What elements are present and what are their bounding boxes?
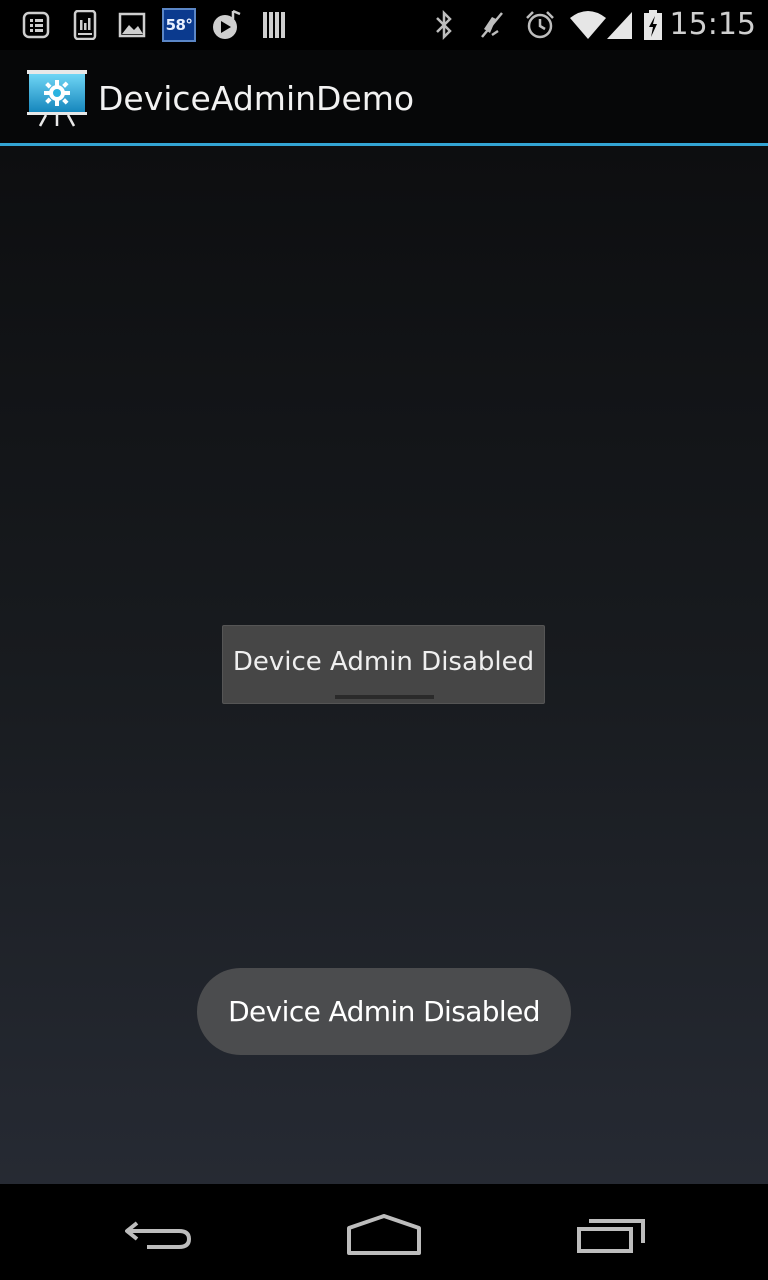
signal-icon xyxy=(604,8,634,42)
music-play-icon xyxy=(210,8,244,42)
sim-card-icon xyxy=(70,8,100,42)
status-bar: 58° 15:15 xyxy=(0,0,768,50)
toast-message: Device Admin Disabled xyxy=(197,968,571,1055)
notification-list-icon xyxy=(20,8,52,42)
image-icon xyxy=(116,8,148,42)
device-admin-button[interactable]: Device Admin Disabled xyxy=(222,625,545,704)
presentation-gear-icon[interactable] xyxy=(26,69,88,127)
button-pressed-indicator xyxy=(335,695,434,699)
mute-icon xyxy=(476,8,508,42)
toast-text: Device Admin Disabled xyxy=(228,995,540,1028)
home-icon[interactable] xyxy=(329,1200,439,1270)
wifi-icon xyxy=(568,8,608,42)
weather-temperature-badge: 58° xyxy=(162,8,196,42)
barcode-icon xyxy=(260,8,290,42)
back-icon[interactable] xyxy=(105,1200,215,1270)
device-admin-button-label: Device Admin Disabled xyxy=(232,646,535,677)
battery-charging-icon xyxy=(640,8,666,42)
status-clock: 15:15 xyxy=(669,7,756,42)
recent-apps-icon[interactable] xyxy=(556,1200,666,1270)
alarm-icon xyxy=(522,8,558,42)
bluetooth-icon xyxy=(430,8,458,42)
app-title: DeviceAdminDemo xyxy=(98,79,415,118)
